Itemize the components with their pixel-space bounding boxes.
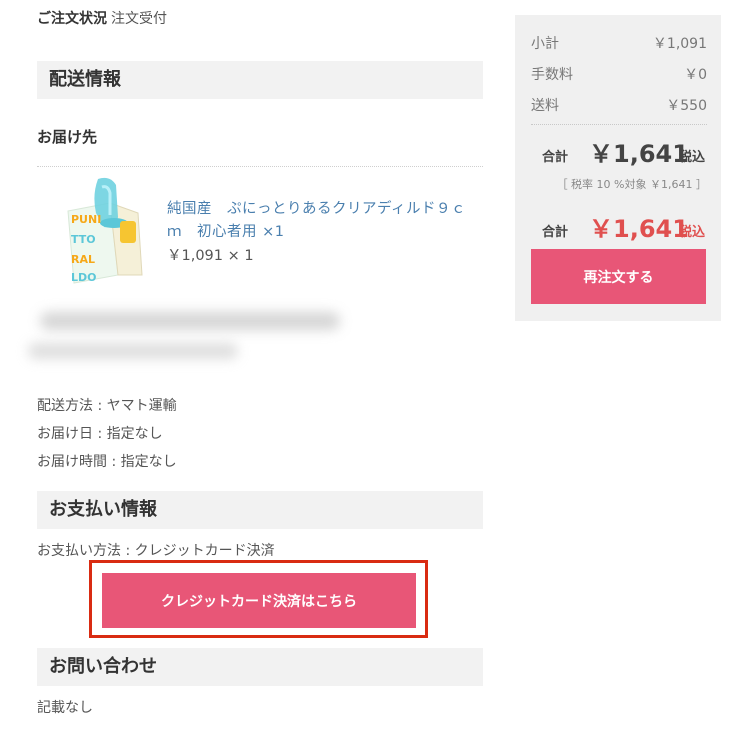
- order-status-value: 注文受付: [111, 11, 167, 27]
- credit-card-payment-button[interactable]: クレジットカード決済はこちら: [102, 573, 416, 628]
- delivery-time: お届け時間 : 指定なし: [37, 454, 177, 470]
- grand-total-value: ￥1,641: [589, 215, 689, 243]
- tax-note: ［ 税率 10 %対象 ￥1,641 ］: [556, 178, 707, 191]
- svg-text:TTO: TTO: [71, 233, 96, 246]
- summary-divider: [531, 124, 707, 125]
- grand-total-label: 合計: [542, 225, 569, 240]
- delivery-date: お届け日 : 指定なし: [37, 426, 163, 442]
- svg-text:LDO: LDO: [71, 271, 97, 284]
- product-box-image: PUNI TTO RAL LDO: [67, 177, 143, 284]
- shipping-section-title: 配送情報: [37, 61, 483, 99]
- order-status-label: ご注文状況: [37, 11, 107, 27]
- reorder-button[interactable]: 再注文する: [531, 249, 706, 304]
- shipping-fee-value: ￥550: [666, 98, 707, 114]
- redacted-address-line2: [28, 343, 238, 359]
- redacted-address: [40, 312, 340, 330]
- grand-total-tax-in: 税込: [679, 225, 706, 240]
- contact-value: 記載なし: [37, 700, 93, 716]
- fee-label: 手数料: [531, 67, 573, 83]
- divider: [37, 166, 483, 167]
- shipping-fee-label: 送料: [531, 98, 559, 114]
- order-status: ご注文状況 注文受付: [37, 8, 167, 28]
- fee-value: ￥0: [684, 67, 707, 83]
- product-price-quantity: ￥1,091 × 1: [167, 248, 254, 264]
- svg-text:PUNI: PUNI: [71, 213, 101, 226]
- product-name-link[interactable]: 純国産 ぷにっとりあるクリアディルド９ｃｍ 初心者用 ×1: [167, 198, 477, 244]
- total-tax-in: 税込: [679, 150, 706, 165]
- subtotal-label: 小計: [531, 36, 559, 52]
- payment-method: お支払い方法 : クレジットカード決済: [37, 543, 275, 559]
- destination-heading: お届け先: [37, 128, 98, 146]
- product-thumbnail[interactable]: PUNI TTO RAL LDO: [58, 177, 150, 289]
- subtotal-value: ￥1,091: [652, 36, 707, 52]
- total-value: ￥1,641: [589, 140, 689, 168]
- shipping-method: 配送方法 : ヤマト運輸: [37, 398, 177, 414]
- payment-section-title: お支払い情報: [37, 491, 483, 529]
- subtotal-row: 小計 ￥1,091: [531, 33, 707, 53]
- svg-text:RAL: RAL: [71, 253, 95, 266]
- total-label: 合計: [542, 150, 569, 165]
- shipping-fee-row: 送料 ￥550: [531, 95, 707, 115]
- contact-section-title: お問い合わせ: [37, 648, 483, 686]
- fee-row: 手数料 ￥0: [531, 64, 707, 84]
